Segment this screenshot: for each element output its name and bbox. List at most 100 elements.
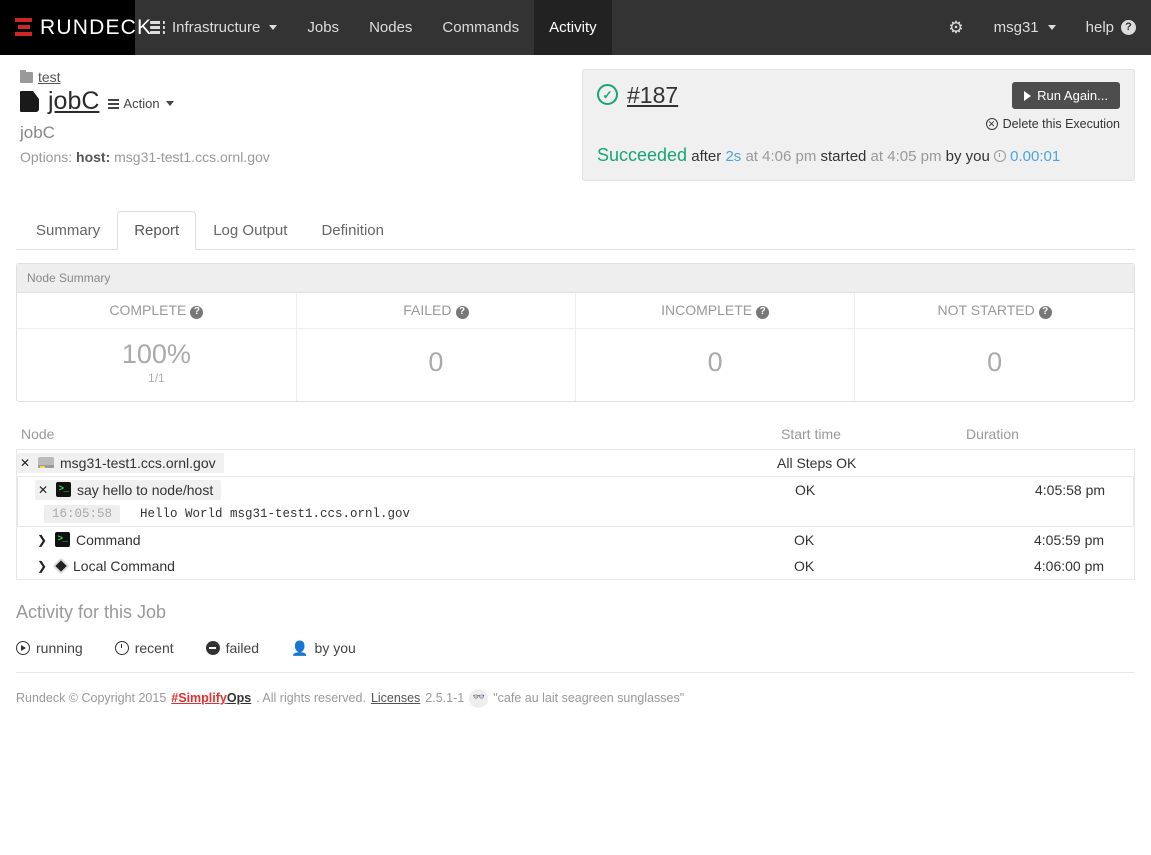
node-steps-group: ✕ >_ say hello to node/host OK 4:05:58 p… [17, 476, 1134, 527]
summary-value-incomplete: 0 [576, 348, 854, 376]
breadcrumb-project-link[interactable]: test [38, 69, 61, 85]
started-label: started [821, 148, 867, 165]
chevron-down-icon[interactable]: ✕ [20, 456, 32, 470]
footer-licenses-link[interactable]: Licenses [371, 691, 420, 705]
footer-brand-dark: Ops [227, 691, 251, 705]
step-cell: ❯ >_ Command [34, 530, 794, 550]
tab-definition[interactable]: Definition [304, 211, 401, 250]
clock-icon [115, 641, 129, 655]
nav-item-infrastructure[interactable]: Infrastructure [135, 0, 292, 55]
book-icon [20, 91, 39, 112]
table-row[interactable]: ❯ >_ Command OK 4:05:59 pm 0.00:01 [17, 527, 1134, 553]
page-header-row: test jobC Action jobC Options: host: msg… [16, 55, 1135, 181]
user-menu-button[interactable]: msg31 [979, 0, 1071, 55]
summary-cell-complete: 100% 1/1 [17, 328, 296, 401]
tab-summary[interactable]: Summary [19, 211, 117, 250]
execution-number-link[interactable]: #187 [627, 82, 678, 108]
chevron-down-icon [166, 101, 174, 106]
nav-item-jobs[interactable]: Jobs [292, 0, 354, 55]
step-name-box[interactable]: ✕ >_ say hello to node/host [35, 480, 221, 500]
help-icon[interactable]: ? [756, 306, 769, 319]
activity-filter-running-label: running [36, 640, 83, 656]
page-title[interactable]: jobC [48, 89, 99, 114]
node-summary-value-row: 100% 1/1 0 0 0 [17, 328, 1134, 401]
table-row[interactable]: ✕ >_ say hello to node/host OK 4:05:58 p… [18, 477, 1133, 503]
minus-circle-icon [206, 641, 220, 655]
help-icon[interactable]: ? [1039, 306, 1052, 319]
step-status: OK [795, 482, 1035, 498]
node-summary-table: COMPLETE? FAILED? INCOMPLETE? NOT STARTE… [17, 293, 1134, 401]
node-summary-card: Node Summary COMPLETE? FAILED? INCOMPLET… [16, 263, 1135, 402]
activity-filter-by-you[interactable]: 👤 by you [291, 640, 356, 656]
activity-filter-links: running recent failed 👤 by you [16, 640, 1135, 673]
activity-filter-recent[interactable]: recent [115, 640, 174, 656]
detail-tabs: Summary Report Log Output Definition [16, 211, 1135, 250]
execution-status-line: Succeeded after 2s at 4:06 pm started at… [597, 145, 1120, 166]
summary-col-failed: FAILED? [296, 293, 575, 328]
top-navbar: RUNDECK Infrastructure Jobs Nodes Comman… [0, 0, 1151, 55]
chevron-right-icon[interactable]: ❯ [37, 559, 49, 573]
chevron-down-icon[interactable]: ✕ [38, 483, 50, 497]
summary-value-failed: 0 [297, 348, 575, 376]
nav-item-commands[interactable]: Commands [427, 0, 534, 55]
server-icon [38, 457, 54, 468]
job-options-label: Options: [20, 149, 72, 165]
step-name-box[interactable]: ❯ >_ Command [34, 530, 149, 550]
node-table-header-start: Start time [781, 426, 966, 442]
execution-elapsed: 0.00:01 [1010, 148, 1060, 165]
activity-filter-running[interactable]: running [16, 640, 83, 656]
nav-right-group: ⚙ msg31 help ? [933, 0, 1151, 55]
tab-log-output[interactable]: Log Output [196, 211, 304, 250]
summary-value-not-started: 0 [855, 348, 1134, 376]
node-summary-caption: Node Summary [17, 264, 1134, 293]
footer-brand-link[interactable]: #SimplifyOps [171, 691, 251, 705]
job-option-value: msg31-test1.ccs.ornl.gov [114, 149, 270, 165]
log-output-line: 16:05:58 Hello World msg31-test1.ccs.orn… [18, 503, 1133, 526]
summary-cell-failed: 0 [296, 328, 575, 401]
footer-brand-red: #Simplify [171, 691, 227, 705]
summary-col-complete-label: COMPLETE [109, 302, 186, 318]
execution-header: ✓ #187 Run Again... ✕ Delete this Execut… [597, 82, 1120, 131]
node-table-body: ✕ msg31-test1.ccs.ornl.gov All Steps OK … [16, 450, 1135, 580]
person-icon: 👤 [291, 641, 308, 655]
job-action-menu-button[interactable]: Action [108, 96, 173, 111]
activity-filter-failed[interactable]: failed [206, 640, 259, 656]
log-timestamp: 16:05:58 [44, 505, 120, 523]
at-label: at [745, 148, 758, 165]
summary-col-not-started-label: NOT STARTED [938, 302, 1035, 318]
node-name-box[interactable]: ✕ msg31-test1.ccs.ornl.gov [17, 453, 224, 473]
help-icon[interactable]: ? [190, 306, 203, 319]
sunglasses-icon: 👓 [469, 689, 488, 708]
chevron-down-icon [269, 25, 277, 30]
help-button[interactable]: help ? [1071, 0, 1151, 55]
chevron-right-icon[interactable]: ❯ [37, 533, 49, 547]
page-body: test jobC Action jobC Options: host: msg… [0, 55, 1151, 718]
job-title-row: jobC Action [20, 89, 582, 114]
node-table-header-duration: Duration [966, 426, 1135, 442]
clock-icon [994, 150, 1006, 162]
node-status: All Steps OK [777, 455, 1017, 471]
node-table-header-node: Node [21, 426, 781, 442]
nav-item-activity[interactable]: Activity [534, 0, 612, 55]
help-icon[interactable]: ? [456, 306, 469, 319]
user-name-label: msg31 [994, 19, 1039, 36]
tab-report[interactable]: Report [117, 211, 196, 250]
step-name-box[interactable]: ❯ Local Command [34, 556, 183, 576]
job-options: Options: host: msg31-test1.ccs.ornl.gov [20, 149, 582, 165]
run-again-button[interactable]: Run Again... [1012, 82, 1120, 109]
execution-panel-wrap: ✓ #187 Run Again... ✕ Delete this Execut… [582, 69, 1135, 181]
nav-item-nodes[interactable]: Nodes [354, 0, 427, 55]
execution-duration[interactable]: 2s [725, 148, 741, 165]
step-start-time: 4:06:00 pm [1034, 558, 1151, 574]
table-row[interactable]: ✕ msg31-test1.ccs.ornl.gov All Steps OK … [17, 450, 1134, 476]
execution-by-label: by you [946, 148, 990, 165]
summary-cell-not-started: 0 [855, 328, 1134, 401]
settings-gear-button[interactable]: ⚙ [933, 0, 978, 55]
table-row[interactable]: ❯ Local Command OK 4:06:00 pm 0.00:00 [17, 553, 1134, 579]
delete-execution-link[interactable]: ✕ Delete this Execution [986, 117, 1120, 131]
brand-home-link[interactable]: RUNDECK [0, 0, 135, 55]
activity-filter-failed-label: failed [226, 640, 259, 656]
summary-value-complete: 100% [17, 340, 296, 368]
node-name-label: msg31-test1.ccs.ornl.gov [60, 455, 216, 471]
x-circle-icon: ✕ [986, 118, 998, 130]
